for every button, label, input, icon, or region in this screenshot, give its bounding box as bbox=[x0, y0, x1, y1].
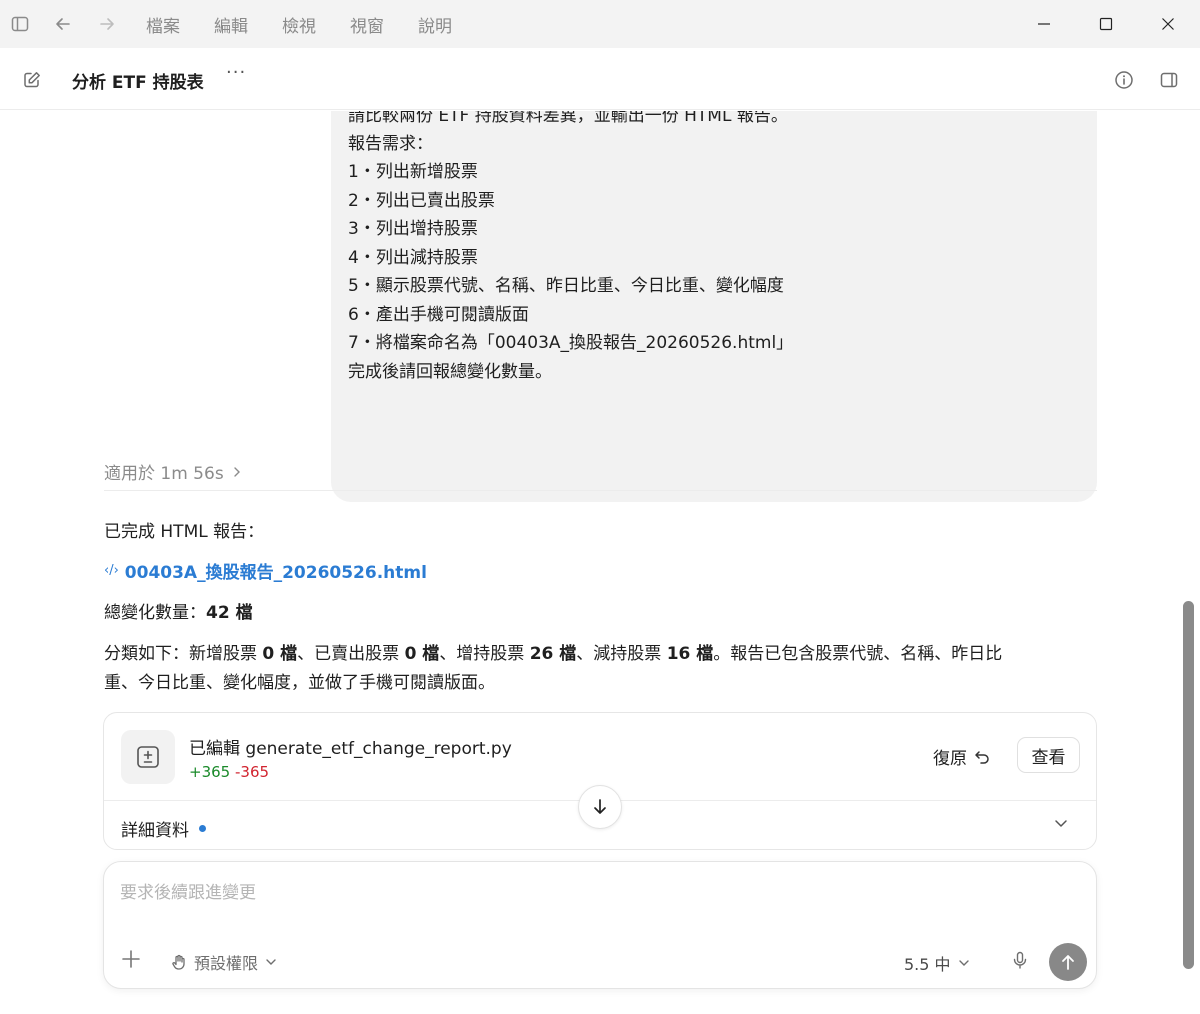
divider bbox=[104, 490, 1097, 491]
summary-line-1: 分類如下：新增股票 0 檔、已賣出股票 0 檔、增持股票 26 檔、減持股票 1… bbox=[104, 639, 1002, 664]
additions-count: +365 bbox=[189, 763, 231, 781]
view-button[interactable]: 查看 bbox=[1017, 737, 1080, 773]
revert-button[interactable]: 復原 bbox=[933, 744, 991, 769]
conversation-header: 分析 ETF 持股表 ··· bbox=[0, 48, 1200, 110]
chevron-down-icon bbox=[958, 960, 969, 966]
details-label: 詳細資料 bbox=[121, 821, 189, 841]
summary-line-2: 重、今日比重、變化幅度，並做了手機可閱讀版面。 bbox=[104, 673, 495, 693]
forward-arrow-icon[interactable] bbox=[95, 12, 119, 36]
menu-file[interactable]: 檔案 bbox=[146, 12, 180, 37]
model-selector[interactable]: 5.5 中 bbox=[904, 951, 971, 975]
title-bar: 檔案 編輯 檢視 視窗 說明 bbox=[0, 0, 1200, 48]
menu-edit[interactable]: 編輯 bbox=[214, 12, 248, 37]
back-arrow-icon[interactable] bbox=[51, 12, 75, 36]
microphone-icon bbox=[1013, 951, 1027, 969]
worked-duration-toggle[interactable]: 適用於 1m 56s bbox=[104, 459, 242, 484]
message-line: 3・列出增持股票 bbox=[348, 219, 478, 239]
increased-count: 26 檔 bbox=[529, 644, 577, 664]
message-line: 1・列出新增股票 bbox=[348, 162, 478, 182]
message-line: 請比較兩份 ETF 持股資料差異，並輸出一份 HTML 報告。 bbox=[348, 111, 788, 126]
message-line: 5・顯示股票代號、名稱、昨日比重、今日比重、變化幅度 bbox=[348, 276, 784, 296]
file-link-name: 00403A_換股報告_20260526.html bbox=[124, 563, 427, 583]
hand-icon bbox=[172, 954, 185, 970]
chevron-down-icon[interactable] bbox=[1052, 814, 1070, 836]
unread-dot bbox=[199, 825, 206, 832]
total-changes: 總變化數量：42 檔 bbox=[104, 598, 253, 623]
message-line: 4・列出減持股票 bbox=[348, 248, 478, 268]
arrow-down-icon bbox=[594, 799, 606, 814]
scrollbar-thumb[interactable] bbox=[1183, 601, 1194, 969]
menu-help[interactable]: 說明 bbox=[418, 12, 452, 37]
code-file-icon: ‹/› bbox=[104, 563, 119, 578]
total-changes-label: 總變化數量： bbox=[104, 603, 206, 623]
message-line: 6・產出手機可閱讀版面 bbox=[348, 305, 529, 325]
sold-count: 0 檔 bbox=[404, 644, 440, 664]
summary-text: 分類如下：新增股票 bbox=[104, 644, 263, 664]
file-edit-card: 已編輯 generate_etf_change_report.py +365 -… bbox=[103, 712, 1097, 850]
edited-file-title: 已編輯 generate_etf_change_report.py bbox=[189, 739, 512, 759]
decreased-count: 16 檔 bbox=[666, 644, 714, 664]
maximize-icon bbox=[1099, 17, 1113, 31]
summary-text: 、已賣出股票 bbox=[297, 644, 405, 664]
message-line: 完成後請回報總變化數量。 bbox=[348, 362, 552, 382]
maximize-button[interactable] bbox=[1075, 0, 1137, 48]
arrow-up-icon bbox=[1062, 955, 1074, 970]
info-icon[interactable] bbox=[1112, 68, 1136, 92]
close-icon bbox=[1162, 18, 1174, 30]
undo-icon bbox=[975, 750, 989, 764]
scroll-to-bottom-button[interactable] bbox=[578, 785, 622, 829]
user-message-bubble: 請比較兩份 ETF 持股資料差異，並輸出一份 HTML 報告。 報告需求： 1・… bbox=[331, 111, 1097, 502]
response-done-text: 已完成 HTML 報告： bbox=[104, 522, 265, 542]
message-line: 報告需求： bbox=[348, 134, 433, 154]
sidebar-toggle-icon[interactable] bbox=[8, 12, 32, 36]
worked-duration-label: 適用於 1m 56s bbox=[104, 464, 224, 484]
diff-stats: +365 -365 bbox=[189, 763, 269, 781]
menu-bar: 檔案 編輯 檢視 視窗 說明 bbox=[146, 0, 486, 48]
total-changes-value: 42 檔 bbox=[206, 603, 253, 623]
composer: 預設權限 5.5 中 bbox=[103, 861, 1097, 989]
conversation-title: 分析 ETF 持股表 bbox=[72, 73, 204, 93]
chevron-right-icon bbox=[233, 466, 240, 477]
details-toggle[interactable]: 詳細資料 bbox=[121, 816, 206, 841]
minimize-icon bbox=[1038, 23, 1050, 25]
summary-text: 。報告已包含股票代號、名稱、昨日比 bbox=[713, 644, 1003, 664]
summary-text: 、減持股票 bbox=[576, 644, 667, 664]
minimize-button[interactable] bbox=[1013, 0, 1075, 48]
diff-icon bbox=[121, 730, 175, 784]
added-count: 0 檔 bbox=[262, 644, 298, 664]
side-panel-icon[interactable] bbox=[1157, 68, 1181, 92]
model-label: 5.5 中 bbox=[904, 955, 951, 974]
microphone-button[interactable] bbox=[1010, 950, 1030, 974]
message-line: 7・將檔案命名為「00403A_換股報告_20260526.html」 bbox=[348, 333, 794, 353]
file-link[interactable]: ‹/› 00403A_換股報告_20260526.html bbox=[104, 558, 427, 583]
permission-selector[interactable]: 預設權限 bbox=[170, 950, 278, 974]
new-chat-icon[interactable] bbox=[20, 68, 44, 92]
permission-label: 預設權限 bbox=[194, 954, 259, 973]
follow-up-input[interactable] bbox=[120, 878, 1080, 908]
menu-view[interactable]: 檢視 bbox=[282, 12, 316, 37]
close-button[interactable] bbox=[1137, 0, 1199, 48]
conversation-scroll-area[interactable]: 請比較兩份 ETF 持股資料差異，並輸出一份 HTML 報告。 報告需求： 1・… bbox=[0, 111, 1200, 1014]
send-button[interactable] bbox=[1049, 943, 1087, 981]
menu-window[interactable]: 視窗 bbox=[350, 12, 384, 37]
revert-label: 復原 bbox=[933, 749, 967, 769]
add-attachment-button[interactable] bbox=[120, 948, 142, 974]
deletions-count: -365 bbox=[234, 763, 270, 781]
summary-text: 、增持股票 bbox=[439, 644, 530, 664]
chevron-down-icon bbox=[266, 959, 276, 965]
plus-icon bbox=[122, 950, 140, 968]
more-options-button[interactable]: ··· bbox=[226, 62, 246, 83]
message-line: 2・列出已賣出股票 bbox=[348, 191, 495, 211]
